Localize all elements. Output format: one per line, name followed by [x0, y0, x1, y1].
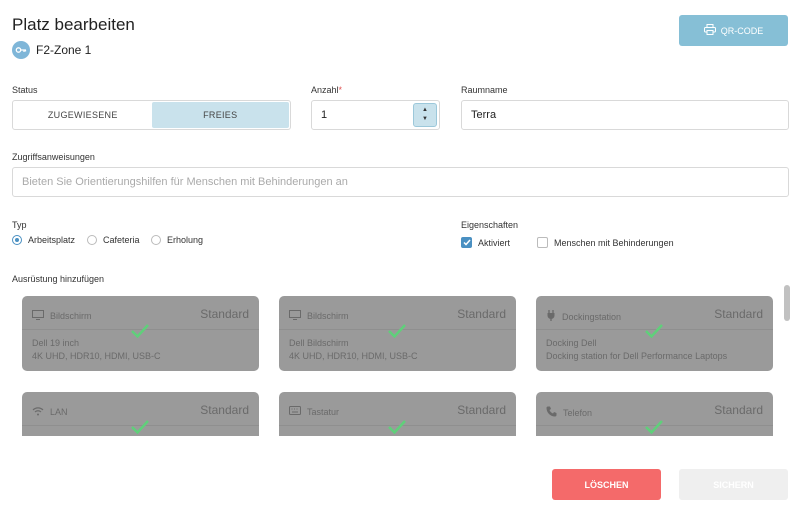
card-name: Tastatur: [307, 406, 340, 417]
eigenschaften-label: Eigenschaften: [461, 220, 519, 230]
card-badge: Standard: [457, 403, 506, 417]
status-label: Status: [12, 85, 38, 95]
required-mark: *: [338, 85, 343, 95]
check-icon: [130, 419, 150, 436]
card-badge: Standard: [714, 307, 763, 321]
equipment-card-tastatur[interactable]: Tastatur Standard: [279, 392, 516, 436]
card-badge: Standard: [714, 403, 763, 417]
card-line1: Docking Dell: [546, 338, 597, 348]
monitor-icon: [289, 310, 301, 322]
card-line2: Docking station for Dell Performance Lap…: [546, 351, 728, 361]
card-badge: Standard: [457, 307, 506, 321]
checkbox-menschen-mit-behinderungen[interactable]: Menschen mit Behinderungen: [537, 237, 674, 248]
equipment-card-telefon[interactable]: Telefon Standard: [536, 392, 773, 436]
anzahl-number-input[interactable]: 1 ▲ ▼: [311, 100, 440, 130]
checkbox-label: Aktiviert: [478, 237, 511, 248]
radio-label: Arbeitsplatz: [28, 235, 76, 245]
anzahl-value: 1: [321, 109, 328, 121]
check-icon: [387, 323, 407, 341]
card-header: Tastatur: [289, 406, 339, 417]
equipment-card-lan[interactable]: LAN Standard: [22, 392, 259, 436]
check-icon: [387, 419, 407, 436]
anzahl-label-text: Anzahl: [311, 85, 339, 95]
plug-icon: [546, 310, 556, 323]
save-button[interactable]: SICHERN: [679, 469, 788, 500]
typ-option-arbeitsplatz[interactable]: Arbeitsplatz: [12, 235, 75, 245]
raumname-label: Raumname: [461, 85, 508, 95]
check-icon: [644, 323, 664, 341]
phone-icon: [546, 406, 557, 419]
equipment-card-bildschirm-2[interactable]: Bildschirm Standard Dell Bildschirm 4K U…: [279, 296, 516, 371]
wifi-icon: [32, 406, 44, 418]
card-header: LAN: [32, 406, 68, 418]
qr-code-button[interactable]: QR-CODE: [679, 15, 788, 46]
printer-icon: [703, 24, 716, 37]
typ-label: Typ: [12, 220, 27, 230]
radio-icon: [87, 235, 97, 245]
card-name: Bildschirm: [50, 311, 92, 321]
card-badge: Standard: [200, 403, 249, 417]
keyboard-icon: [289, 406, 301, 417]
card-badge: Standard: [200, 307, 249, 321]
status-option-freies[interactable]: FREIES: [151, 102, 289, 128]
card-name: Telefon: [563, 407, 593, 418]
card-header: Dockingstation: [546, 310, 621, 323]
status-segmented-control: ZUGEWIESENE FREIES: [12, 100, 291, 130]
card-line1: Dell 19 inch: [32, 338, 80, 348]
radio-selected-icon: [12, 235, 22, 245]
anzahl-label: Anzahl*: [311, 85, 342, 95]
anzahl-stepper[interactable]: ▲ ▼: [413, 103, 437, 127]
zone-label: F2-Zone 1: [36, 43, 92, 57]
delete-button[interactable]: LÖSCHEN: [552, 469, 661, 500]
zugriff-placeholder: Bieten Sie Orientierungshilfen für Mensc…: [22, 176, 348, 188]
check-icon: [130, 323, 150, 341]
card-header: Bildschirm: [289, 310, 349, 322]
radio-label: Cafeteria: [103, 235, 140, 245]
status-option-zugewiesene[interactable]: ZUGEWIESENE: [14, 102, 152, 128]
card-name: Bildschirm: [307, 311, 349, 321]
raumname-input[interactable]: Terra: [461, 100, 789, 130]
checkbox-icon: [537, 237, 548, 248]
equipment-card-dockingstation[interactable]: Dockingstation Standard Docking Dell Doc…: [536, 296, 773, 371]
checkbox-checked-icon: [461, 237, 472, 248]
checkbox-aktiviert[interactable]: Aktiviert: [461, 237, 510, 248]
zugriff-label: Zugriffsanweisungen: [12, 152, 95, 162]
radio-icon: [151, 235, 161, 245]
equipment-scrollbar[interactable]: [783, 285, 791, 437]
key-icon: [12, 41, 30, 59]
card-line2: 4K UHD, HDR10, HDMI, USB-C: [32, 351, 161, 361]
equipment-card-bildschirm[interactable]: Bildschirm Standard Dell 19 inch 4K UHD,…: [22, 296, 259, 371]
stepper-down-icon[interactable]: ▼: [422, 115, 428, 124]
checkbox-label: Menschen mit Behinderungen: [554, 237, 674, 248]
equipment-list: Bildschirm Standard Dell 19 inch 4K UHD,…: [12, 288, 782, 436]
monitor-icon: [32, 310, 44, 322]
page-title: Platz bearbeiten: [12, 15, 135, 34]
card-line1: Dell Bildschirm: [289, 338, 349, 348]
zone-indicator: F2-Zone 1: [12, 41, 91, 59]
card-name: Dockingstation: [562, 311, 622, 322]
typ-option-erholung[interactable]: Erholung: [151, 235, 203, 245]
card-line2: 4K UHD, HDR10, HDMI, USB-C: [289, 351, 418, 361]
stepper-up-icon[interactable]: ▲: [422, 106, 428, 115]
zugriff-input[interactable]: Bieten Sie Orientierungshilfen für Mensc…: [12, 167, 789, 197]
radio-label: Erholung: [167, 235, 204, 245]
typ-option-cafeteria[interactable]: Cafeteria: [87, 235, 140, 245]
card-header: Bildschirm: [32, 310, 92, 322]
card-header: Telefon: [546, 406, 592, 419]
check-icon: [644, 419, 664, 436]
equipment-label: Ausrüstung hinzufügen: [12, 274, 105, 284]
card-name: LAN: [50, 407, 68, 417]
qr-code-button-label: QR-CODE: [720, 25, 764, 36]
scrollbar-thumb[interactable]: [784, 285, 790, 321]
